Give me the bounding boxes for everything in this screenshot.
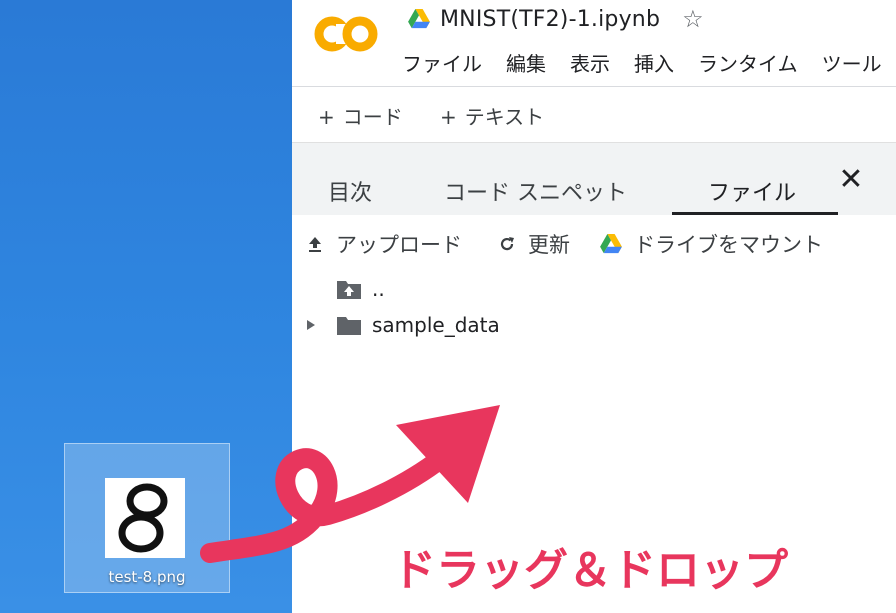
add-code-label: コード bbox=[342, 105, 403, 129]
panel-tabs: 目次 コード スニペット ファイル ✕ bbox=[292, 157, 896, 215]
tree-item-label: .. bbox=[372, 277, 385, 301]
plus-icon: + bbox=[440, 105, 457, 129]
menu-item-view[interactable]: 表示 bbox=[570, 48, 610, 77]
menu-item-edit[interactable]: 編集 bbox=[506, 48, 546, 77]
menu-item-runtime[interactable]: ランタイム bbox=[698, 48, 798, 77]
refresh-icon bbox=[500, 237, 514, 251]
active-tab-indicator bbox=[672, 212, 838, 215]
expand-arrow-icon[interactable] bbox=[306, 318, 316, 332]
panel-top-shade bbox=[292, 143, 896, 157]
colab-header: MNIST(TF2)-1.ipynb ☆ ファイル 編集 表示 挿入 ランタイム… bbox=[292, 0, 896, 87]
folder-up-icon bbox=[337, 281, 361, 299]
menu-bar: ファイル 編集 表示 挿入 ランタイム ツール bbox=[402, 48, 896, 77]
folder-icon bbox=[337, 317, 361, 335]
drag-and-drop-caption: ドラッグ＆ドロップ bbox=[392, 545, 788, 596]
menu-item-tools[interactable]: ツール bbox=[822, 48, 882, 77]
tab-code-snippets[interactable]: コード スニペット bbox=[444, 175, 627, 207]
refresh-label: 更新 bbox=[528, 233, 570, 257]
tree-item-label: sample_data bbox=[372, 313, 500, 337]
menu-item-insert[interactable]: 挿入 bbox=[634, 48, 674, 77]
notebook-toolbar: + コード + テキスト bbox=[292, 87, 896, 143]
add-text-label: テキスト bbox=[464, 105, 545, 129]
star-icon[interactable]: ☆ bbox=[682, 5, 704, 33]
google-drive-icon bbox=[408, 9, 430, 29]
image-thumbnail bbox=[105, 478, 185, 558]
tab-table-of-contents[interactable]: 目次 bbox=[328, 175, 372, 207]
screen: MNIST(TF2)-1.ipynb ☆ ファイル 編集 表示 挿入 ランタイム… bbox=[0, 0, 896, 613]
plus-icon: + bbox=[318, 105, 335, 129]
tree-item-parent[interactable]: .. bbox=[336, 277, 385, 301]
close-icon[interactable]: ✕ bbox=[836, 165, 866, 195]
mount-drive-label: ドライブをマウント bbox=[634, 233, 823, 257]
upload-button[interactable]: アップロード bbox=[306, 229, 462, 259]
colab-logo[interactable] bbox=[314, 14, 380, 58]
file-toolbar: アップロード 更新 ドライブをマウント bbox=[292, 223, 896, 263]
google-drive-icon bbox=[600, 234, 622, 254]
add-code-button[interactable]: + コード bbox=[318, 101, 403, 130]
upload-label: アップロード bbox=[336, 233, 462, 257]
tab-files[interactable]: ファイル bbox=[708, 175, 796, 207]
tree-item-sample-data[interactable]: sample_data bbox=[306, 313, 500, 337]
add-text-button[interactable]: + テキスト bbox=[440, 101, 544, 130]
mount-drive-button[interactable]: ドライブをマウント bbox=[600, 229, 823, 259]
notebook-title[interactable]: MNIST(TF2)-1.ipynb bbox=[440, 7, 660, 32]
upload-icon bbox=[309, 237, 321, 252]
refresh-button[interactable]: 更新 bbox=[498, 229, 570, 259]
menu-item-file[interactable]: ファイル bbox=[402, 48, 482, 77]
title-row: MNIST(TF2)-1.ipynb ☆ bbox=[408, 2, 704, 36]
